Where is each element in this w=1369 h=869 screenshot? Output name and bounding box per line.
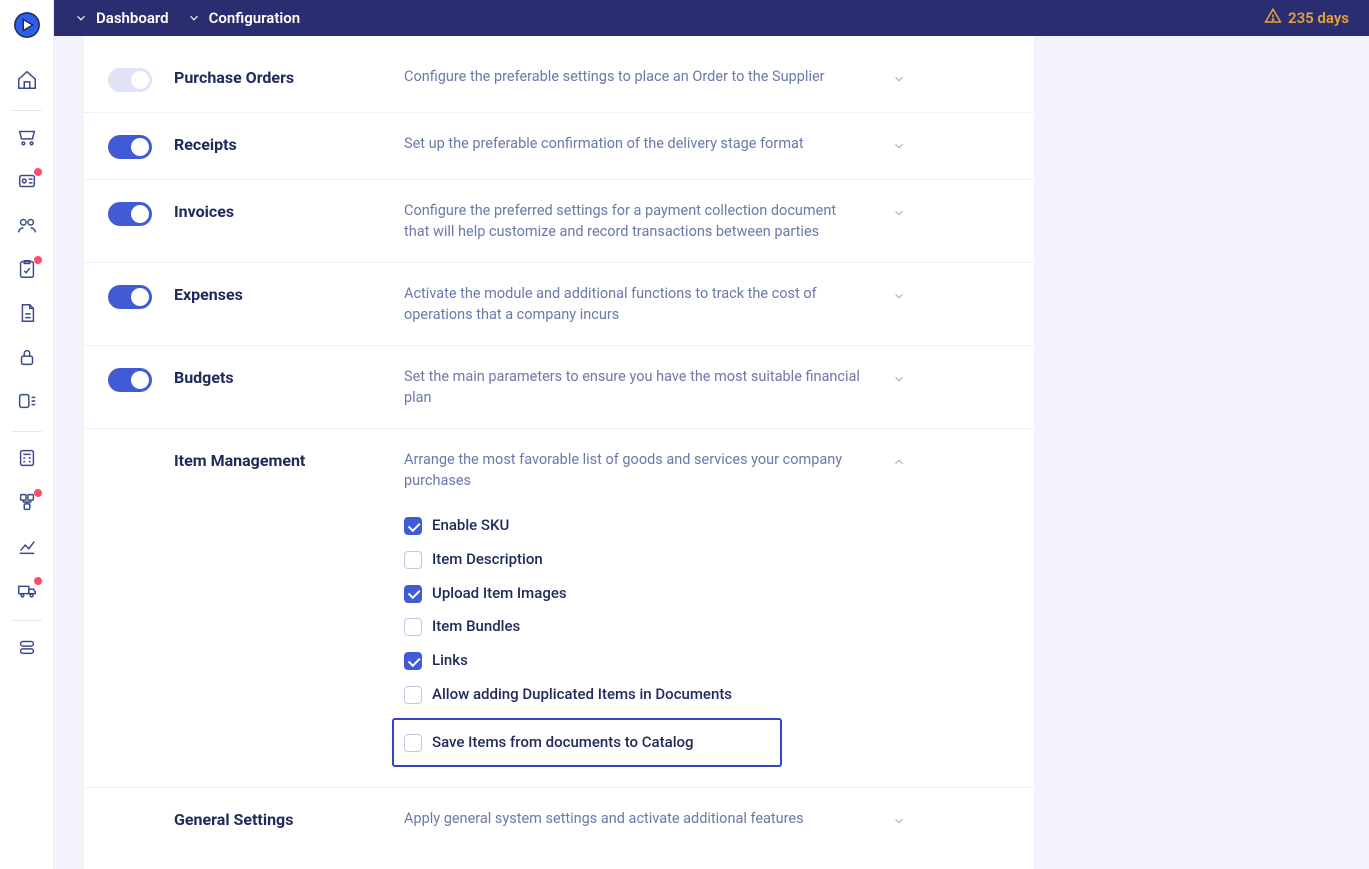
topbar: Dashboard Configuration 235 days [54,0,1369,36]
section-description: Set the main parameters to ensure you ha… [404,366,864,408]
checkbox[interactable] [404,618,422,636]
section-budgets: Budgets Set the main parameters to ensure… [84,346,1034,429]
chevron-down-icon[interactable] [187,11,201,25]
sidebar-divider [12,110,42,111]
chart-line-icon [16,535,38,561]
nav-documents[interactable] [6,294,48,336]
check-label: Enable SKU [432,515,509,537]
sidebar-divider [12,431,42,432]
item-management-checklist: Enable SKU Item Description Upload Item Im… [404,509,864,767]
nav-integrations[interactable] [6,628,48,670]
section-general_settings: General Settings Apply general system set… [84,788,1034,849]
section-description: Activate the module and additional funct… [404,283,864,325]
section-item_management: Item Management Arrange the most favorabl… [84,429,1034,788]
highlighted-option: Save Items from documents to Catalog [392,718,782,768]
document-icon [16,302,38,328]
checkbox[interactable] [404,734,422,752]
sidebar [0,0,54,869]
chevron-down-icon[interactable] [884,66,914,86]
warning-icon [1264,7,1282,29]
trial-days-label: 235 days [1288,9,1349,27]
check-label: Item Description [432,549,543,571]
section-description: Configure the preferable settings to pla… [404,66,864,87]
lock-icon [16,346,38,372]
cart-icon [16,126,38,152]
team-icon [16,214,38,240]
checkbox[interactable] [404,551,422,569]
check-label: Save Items from documents to Catalog [432,732,694,754]
check-row[interactable]: Links [404,644,864,678]
section-expenses: Expenses Activate the module and addition… [84,263,1034,346]
settings-panel: Purchase Orders Configure the preferable … [84,36,1034,869]
purchase_orders-toggle [108,68,152,92]
check-label: Allow adding Duplicated Items in Documen… [432,684,732,706]
section-description: Configure the preferred settings for a p… [404,200,864,242]
home-icon [16,69,38,95]
nav-shipping[interactable] [6,571,48,613]
calculator-icon [16,447,38,473]
nav-company[interactable] [6,483,48,525]
nav-vendor[interactable] [6,162,48,204]
expenses-toggle[interactable] [108,285,152,309]
chevron-down-icon[interactable] [884,808,914,828]
chevron-up-icon[interactable] [884,449,914,469]
nav-inventory[interactable] [6,382,48,424]
nav-analytics[interactable] [6,527,48,569]
section-title: General Settings [174,808,384,829]
section-title: Expenses [174,283,384,304]
check-row[interactable]: Upload Item Images [404,577,864,611]
breadcrumb-configuration[interactable]: Configuration [209,9,301,27]
badge-dot [34,489,42,497]
chevron-down-icon[interactable] [884,200,914,220]
section-description: Arrange the most favorable list of goods… [404,449,864,491]
checkbox[interactable] [404,652,422,670]
chevron-down-icon[interactable] [884,283,914,303]
nav-team[interactable] [6,206,48,248]
check-row[interactable]: Allow adding Duplicated Items in Documen… [404,678,864,712]
check-row[interactable]: Item Description [404,543,864,577]
badge-dot [34,256,42,264]
checkbox[interactable] [404,585,422,603]
receipts-toggle[interactable] [108,135,152,159]
nav-reports[interactable] [6,439,48,481]
check-label: Item Bundles [432,616,520,638]
breadcrumb-dashboard[interactable]: Dashboard [96,9,169,27]
app-logo [10,8,44,42]
nav-approvals[interactable] [6,250,48,292]
section-receipts: Receipts Set up the preferable confirmati… [84,113,1034,180]
section-title: Receipts [174,133,384,154]
section-title: Budgets [174,366,384,387]
section-description: Apply general system settings and activa… [404,808,864,829]
nav-home[interactable] [6,61,48,103]
invoices-toggle[interactable] [108,202,152,226]
check-label: Upload Item Images [432,583,567,605]
nav-catalog[interactable] [6,338,48,380]
check-row[interactable]: Enable SKU [404,509,864,543]
chevron-down-icon[interactable] [74,11,88,25]
section-title: Invoices [174,200,384,221]
checkbox[interactable] [404,686,422,704]
trial-badge[interactable]: 235 days [1264,7,1349,29]
section-purchase_orders: Purchase Orders Configure the preferable … [84,46,1034,113]
section-description: Set up the preferable confirmation of th… [404,133,864,154]
check-row[interactable]: Item Bundles [404,610,864,644]
badge-dot [34,168,42,176]
section-title: Item Management [174,449,384,470]
check-row[interactable]: Save Items from documents to Catalog [404,732,770,754]
check-label: Links [432,650,468,672]
chevron-down-icon[interactable] [884,133,914,153]
section-title: Purchase Orders [174,66,384,87]
toggle-stack-icon [16,636,38,662]
chevron-down-icon[interactable] [884,366,914,386]
budgets-toggle[interactable] [108,368,152,392]
box-list-icon [16,390,38,416]
badge-dot [34,577,42,585]
sidebar-divider [12,620,42,621]
main-content: Purchase Orders Configure the preferable … [54,36,1369,869]
section-invoices: Invoices Configure the preferred settings… [84,180,1034,263]
nav-cart[interactable] [6,118,48,160]
checkbox[interactable] [404,517,422,535]
